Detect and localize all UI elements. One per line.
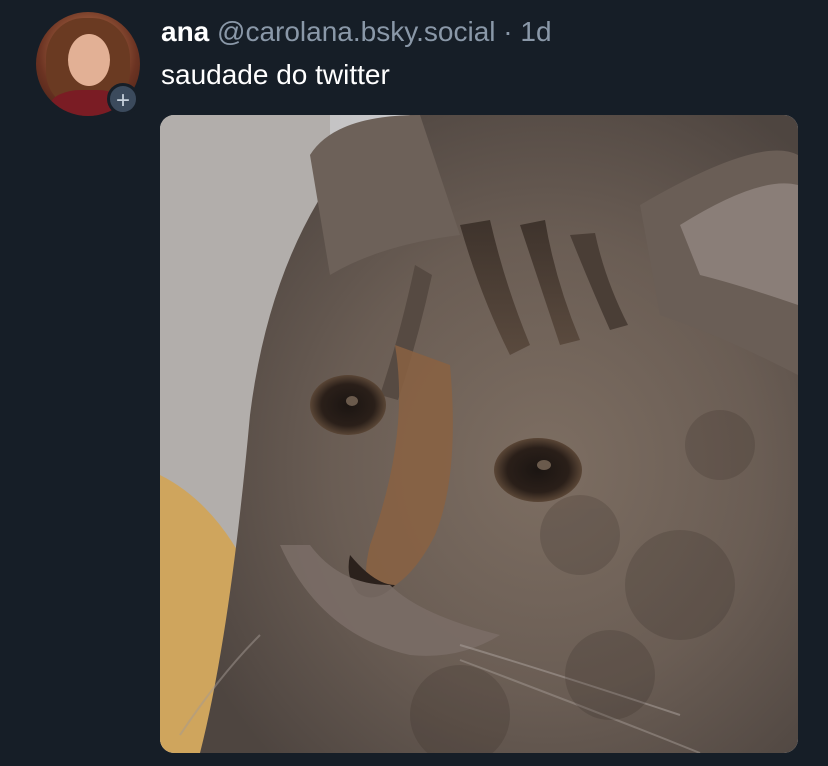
separator-dot: · <box>503 16 513 47</box>
cat-image <box>160 115 798 753</box>
follow-plus-icon[interactable]: + <box>107 83 139 115</box>
post-card[interactable]: + ana @carolana.bsky.social · 1d saudade… <box>0 0 828 766</box>
post-header: ana @carolana.bsky.social · 1d <box>161 14 552 50</box>
author-display-name[interactable]: ana <box>161 16 209 47</box>
avatar-face <box>68 34 110 86</box>
post-timestamp[interactable]: 1d <box>520 16 551 47</box>
author-handle[interactable]: @carolana.bsky.social <box>217 16 495 47</box>
post-text: saudade do twitter <box>161 59 390 90</box>
post-image[interactable] <box>160 115 798 753</box>
author-avatar-container[interactable]: + <box>36 12 140 116</box>
